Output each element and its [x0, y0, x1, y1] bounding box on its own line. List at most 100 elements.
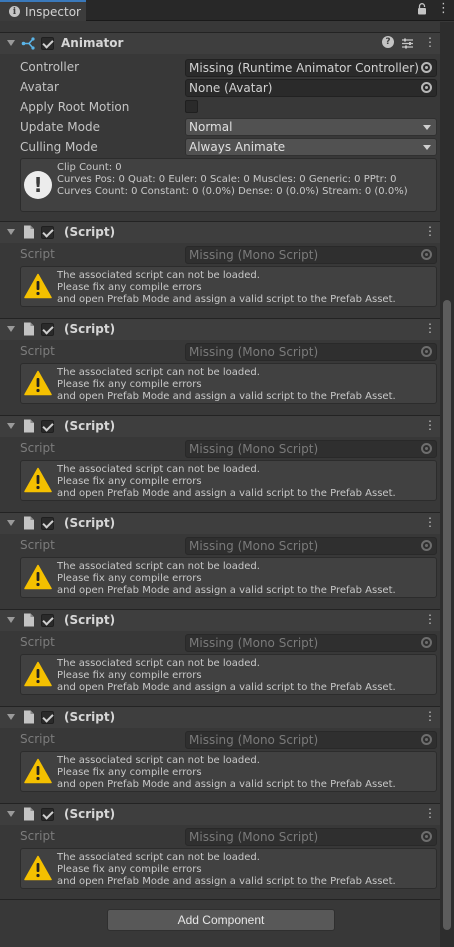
controller-field[interactable]: Missing (Runtime Animator Controller) — [185, 59, 437, 77]
script-file-icon — [24, 613, 34, 627]
scrollbar-thumb[interactable] — [443, 300, 451, 930]
warning-box: The associated script can not be loaded.… — [20, 266, 437, 307]
update-mode-value: Normal — [189, 120, 233, 134]
animator-header[interactable]: Animator ? ⋮ — [0, 32, 440, 54]
script-header[interactable]: (Script) ⋮ — [0, 318, 440, 340]
object-picker-icon[interactable] — [421, 249, 432, 260]
object-picker-icon[interactable] — [421, 734, 432, 745]
warning-line: Please fix any compile errors — [57, 379, 202, 390]
info-icon: i — [9, 6, 20, 17]
foldout-arrow-icon[interactable] — [7, 423, 15, 429]
add-component-button[interactable]: Add Component — [107, 909, 335, 931]
chevron-down-icon — [423, 125, 431, 130]
object-picker-icon[interactable] — [421, 346, 432, 357]
apply-root-motion-label: Apply Root Motion — [20, 100, 130, 114]
foldout-arrow-icon[interactable] — [7, 520, 15, 526]
script-file-icon — [24, 419, 34, 433]
apply-root-motion-checkbox[interactable] — [185, 100, 198, 113]
object-picker-icon[interactable] — [421, 443, 432, 454]
script-field[interactable]: Missing (Mono Script) — [185, 440, 437, 458]
object-picker-icon[interactable] — [421, 831, 432, 842]
warning-line: The associated script can not be loaded. — [57, 464, 260, 475]
avatar-field[interactable]: None (Avatar) — [185, 79, 437, 97]
script-enabled-checkbox[interactable] — [41, 323, 54, 336]
animator-title: Animator — [61, 36, 124, 50]
warning-line: and open Prefab Mode and assign a valid … — [57, 488, 396, 499]
script-header[interactable]: (Script) ⋮ — [0, 415, 440, 437]
foldout-arrow-icon[interactable] — [7, 617, 15, 623]
kebab-menu-icon[interactable]: ⋮ — [424, 612, 436, 626]
script-field[interactable]: Missing (Mono Script) — [185, 537, 437, 555]
foldout-arrow-icon[interactable] — [7, 811, 15, 817]
kebab-menu-icon[interactable]: ⋮ — [424, 321, 436, 335]
script-label: Script — [20, 441, 55, 455]
script-title: (Script) — [64, 225, 116, 239]
warning-line: and open Prefab Mode and assign a valid … — [57, 391, 396, 402]
warning-line: The associated script can not be loaded. — [57, 658, 260, 669]
warning-box: The associated script can not be loaded.… — [20, 751, 437, 792]
kebab-menu-icon[interactable]: ⋮ — [424, 709, 436, 723]
help-icon[interactable]: ? — [382, 36, 394, 48]
warning-line: Please fix any compile errors — [57, 670, 202, 681]
lock-icon[interactable] — [417, 3, 427, 15]
script-field[interactable]: Missing (Mono Script) — [185, 246, 437, 264]
warning-icon — [24, 758, 52, 784]
warning-line: Please fix any compile errors — [57, 476, 202, 487]
script-header[interactable]: (Script) ⋮ — [0, 221, 440, 243]
warning-line: Please fix any compile errors — [57, 864, 202, 875]
script-title: (Script) — [64, 322, 116, 336]
warning-line: The associated script can not be loaded. — [57, 852, 260, 863]
script-field[interactable]: Missing (Mono Script) — [185, 343, 437, 361]
script-enabled-checkbox[interactable] — [41, 808, 54, 821]
script-header[interactable]: (Script) ⋮ — [0, 706, 440, 728]
object-picker-icon[interactable] — [421, 82, 432, 93]
foldout-arrow-icon[interactable] — [7, 714, 15, 720]
script-enabled-checkbox[interactable] — [41, 420, 54, 433]
culling-mode-dropdown[interactable]: Always Animate — [185, 138, 437, 156]
kebab-menu-icon[interactable]: ⋮ — [424, 224, 436, 238]
script-enabled-checkbox[interactable] — [41, 226, 54, 239]
update-mode-dropdown[interactable]: Normal — [185, 118, 437, 136]
divider — [0, 899, 440, 900]
script-header[interactable]: (Script) ⋮ — [0, 609, 440, 631]
script-file-icon — [24, 710, 34, 724]
kebab-menu-icon[interactable]: ⋮ — [424, 35, 436, 49]
info-icon: ! — [24, 171, 52, 199]
animator-enabled-checkbox[interactable] — [41, 37, 54, 50]
script-file-icon — [24, 516, 34, 530]
warning-icon — [24, 273, 52, 299]
foldout-arrow-icon[interactable] — [7, 326, 15, 332]
info-line: Curves Count: 0 Constant: 0 (0.0%) Dense… — [57, 186, 408, 197]
script-title: (Script) — [64, 419, 116, 433]
preset-settings-icon[interactable] — [401, 37, 414, 50]
warning-box: The associated script can not be loaded.… — [20, 654, 437, 695]
animator-icon — [21, 37, 35, 50]
foldout-arrow-icon[interactable] — [7, 40, 15, 46]
script-enabled-checkbox[interactable] — [41, 517, 54, 530]
script-header[interactable]: (Script) ⋮ — [0, 803, 440, 825]
script-title: (Script) — [64, 613, 116, 627]
warning-line: and open Prefab Mode and assign a valid … — [57, 876, 396, 887]
foldout-arrow-icon[interactable] — [7, 229, 15, 235]
kebab-menu-icon[interactable]: ⋮ — [437, 2, 450, 16]
warning-line: The associated script can not be loaded. — [57, 755, 260, 766]
script-field[interactable]: Missing (Mono Script) — [185, 731, 437, 749]
script-file-icon — [24, 322, 34, 336]
warning-line: Please fix any compile errors — [57, 282, 202, 293]
script-enabled-checkbox[interactable] — [41, 711, 54, 724]
tab-inspector[interactable]: i Inspector — [0, 0, 86, 21]
kebab-menu-icon[interactable]: ⋮ — [424, 515, 436, 529]
object-picker-icon[interactable] — [421, 540, 432, 551]
script-enabled-checkbox[interactable] — [41, 614, 54, 627]
object-picker-icon[interactable] — [421, 62, 432, 73]
kebab-menu-icon[interactable]: ⋮ — [424, 806, 436, 820]
kebab-menu-icon[interactable]: ⋮ — [424, 418, 436, 432]
script-title: (Script) — [64, 807, 116, 821]
object-picker-icon[interactable] — [421, 637, 432, 648]
info-line: Clip Count: 0 — [57, 162, 122, 173]
warning-icon — [24, 661, 52, 687]
warning-icon — [24, 855, 52, 881]
script-field[interactable]: Missing (Mono Script) — [185, 828, 437, 846]
script-header[interactable]: (Script) ⋮ — [0, 512, 440, 534]
script-field[interactable]: Missing (Mono Script) — [185, 634, 437, 652]
